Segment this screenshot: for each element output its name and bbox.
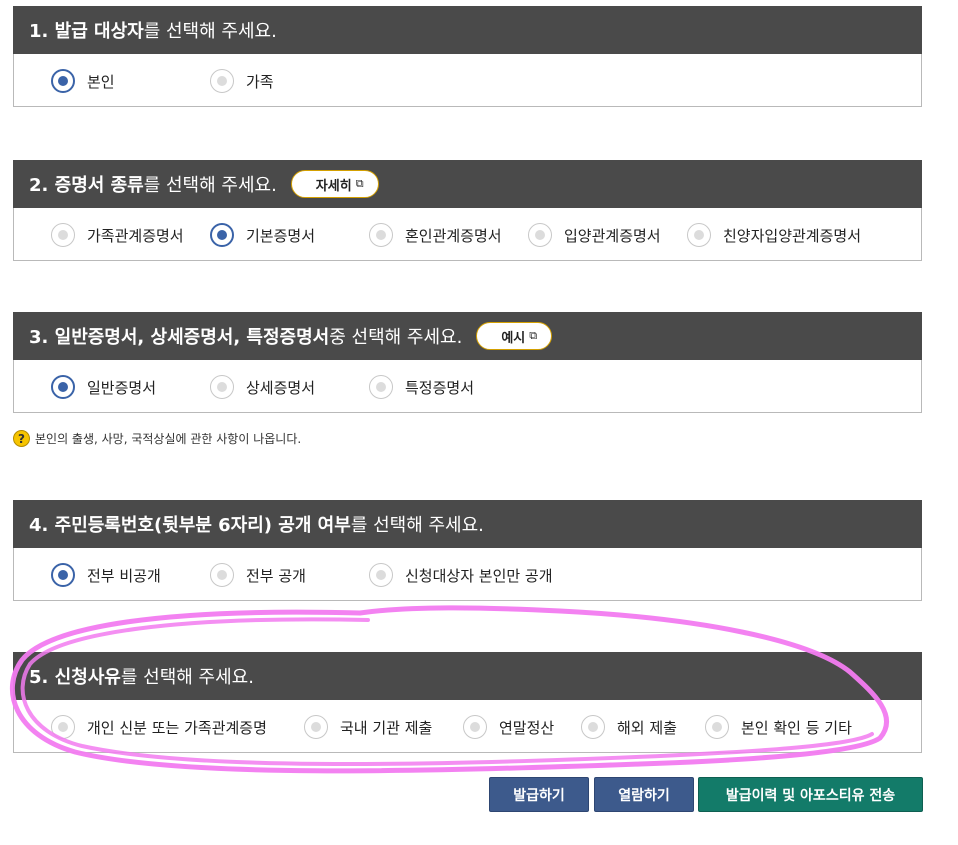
radio-option-all-public[interactable]: 전부 공개 <box>210 562 306 588</box>
radio-option-family[interactable]: 가족 <box>210 68 274 94</box>
section-options: 본인 가족 <box>13 54 922 107</box>
help-text: 본인의 출생, 사망, 국적상실에 관한 사항이 나옵니다. <box>35 432 302 446</box>
radio-option-specific[interactable]: 특정증명서 <box>369 374 474 400</box>
section-title-bold: 5. 신청사유 <box>29 667 121 688</box>
section-certificate-type: 2. 증명서 종류 를 선택해 주세요. 자세히 ⧉ 가족관계증명서 기본증명서 혼… <box>13 160 922 261</box>
section-reason: 5. 신청사유 를 선택해 주세요. 개인 신분 또는 가족관계증명 국내 기관 … <box>13 652 922 753</box>
radio-option-marriage[interactable]: 혼인관계증명서 <box>369 222 502 248</box>
radio-icon[interactable] <box>210 69 234 93</box>
section-header: 2. 증명서 종류 를 선택해 주세요. 자세히 ⧉ <box>13 160 922 208</box>
section-header: 3. 일반증명서, 상세증명서, 특정증명서 중 선택해 주세요. 예시 ⧉ <box>13 312 922 360</box>
section-options: 일반증명서 상세증명서 특정증명서 <box>13 360 922 413</box>
radio-option-general[interactable]: 일반증명서 <box>51 374 156 400</box>
example-button[interactable]: 예시 ⧉ <box>476 322 553 350</box>
section-title-rest: 를 선택해 주세요. <box>120 667 254 688</box>
radio-icon[interactable] <box>304 715 328 739</box>
radio-icon[interactable] <box>210 375 234 399</box>
section-title-rest: 를 선택해 주세요. <box>143 21 277 42</box>
section-header: 4. 주민등록번호(뒷부분 6자리) 공개 여부 를 선택해 주세요. <box>13 500 922 548</box>
radio-option-other[interactable]: 본인 확인 등 기타 <box>705 714 852 740</box>
radio-icon[interactable] <box>51 715 75 739</box>
radio-option-detailed[interactable]: 상세증명서 <box>210 374 315 400</box>
radio-icon[interactable] <box>705 715 729 739</box>
external-link-icon: ⧉ <box>355 177 364 190</box>
option-label: 가족 <box>246 72 274 91</box>
section-header: 1. 발급 대상자 를 선택해 주세요. <box>13 6 922 54</box>
section-options: 가족관계증명서 기본증명서 혼인관계증명서 입양관계증명서 친양자입양관계증명서 <box>13 208 922 261</box>
radio-option-full-adoption[interactable]: 친양자입양관계증명서 <box>687 222 861 248</box>
option-label: 가족관계증명서 <box>87 226 184 245</box>
external-link-icon: ⧉ <box>529 329 538 342</box>
radio-selected-icon[interactable] <box>210 223 234 247</box>
radio-selected-icon[interactable] <box>51 563 75 587</box>
radio-option-personal[interactable]: 개인 신분 또는 가족관계증명 <box>51 714 267 740</box>
option-label: 연말정산 <box>499 718 555 737</box>
option-label: 혼인관계증명서 <box>405 226 502 245</box>
option-label: 전부 공개 <box>246 566 306 585</box>
option-label: 신청대상자 본인만 공개 <box>405 566 553 585</box>
radio-option-tax[interactable]: 연말정산 <box>463 714 554 740</box>
option-label: 국내 기관 제출 <box>340 718 433 737</box>
option-label: 본인 <box>87 72 115 91</box>
option-label: 일반증명서 <box>87 378 157 397</box>
option-label: 친양자입양관계증명서 <box>723 226 862 245</box>
section-resident-number: 4. 주민등록번호(뒷부분 6자리) 공개 여부 를 선택해 주세요. 전부 비공… <box>13 500 922 601</box>
option-label: 기본증명서 <box>246 226 316 245</box>
option-label: 상세증명서 <box>246 378 316 397</box>
option-label: 개인 신분 또는 가족관계증명 <box>87 718 267 737</box>
radio-icon[interactable] <box>210 563 234 587</box>
radio-icon[interactable] <box>51 223 75 247</box>
question-icon: ? <box>13 430 30 447</box>
details-button-label: 자세히 <box>315 178 352 194</box>
section-title-bold: 4. 주민등록번호(뒷부분 6자리) 공개 여부 <box>29 515 351 536</box>
example-button-label: 예시 <box>501 330 526 346</box>
radio-icon[interactable] <box>463 715 487 739</box>
radio-option-adoption[interactable]: 입양관계증명서 <box>528 222 661 248</box>
option-label: 입양관계증명서 <box>564 226 661 245</box>
radio-icon[interactable] <box>687 223 711 247</box>
section-title-rest: 를 선택해 주세요. <box>143 175 277 196</box>
option-label: 본인 확인 등 기타 <box>741 718 852 737</box>
section-title-bold: 3. 일반증명서, 상세증명서, 특정증명서 <box>29 327 330 348</box>
section-title-rest: 를 선택해 주세요. <box>350 515 484 536</box>
section-options: 개인 신분 또는 가족관계증명 국내 기관 제출 연말정산 해외 제출 본인 확… <box>13 700 922 753</box>
radio-icon[interactable] <box>369 223 393 247</box>
radio-icon[interactable] <box>369 563 393 587</box>
radio-icon[interactable] <box>369 375 393 399</box>
section-header: 5. 신청사유 를 선택해 주세요. <box>13 652 922 700</box>
radio-option-self-only[interactable]: 신청대상자 본인만 공개 <box>369 562 553 588</box>
radio-option-overseas[interactable]: 해외 제출 <box>581 714 677 740</box>
option-label: 특정증명서 <box>405 378 475 397</box>
issue-button[interactable]: 발급하기 <box>489 777 589 812</box>
section-target: 1. 발급 대상자 를 선택해 주세요. 본인 가족 <box>13 6 922 107</box>
section-certificate-detail: 3. 일반증명서, 상세증명서, 특정증명서 중 선택해 주세요. 예시 ⧉ 일반… <box>13 312 922 413</box>
radio-icon[interactable] <box>581 715 605 739</box>
radio-selected-icon[interactable] <box>51 69 75 93</box>
radio-icon[interactable] <box>528 223 552 247</box>
radio-selected-icon[interactable] <box>51 375 75 399</box>
radio-option-basic[interactable]: 기본증명서 <box>210 222 315 248</box>
details-button[interactable]: 자세히 ⧉ <box>290 170 379 198</box>
history-apostille-button[interactable]: 발급이력 및 아포스티유 전송 <box>698 777 923 812</box>
radio-option-family-relation[interactable]: 가족관계증명서 <box>51 222 184 248</box>
section-options: 전부 비공개 전부 공개 신청대상자 본인만 공개 <box>13 548 922 601</box>
radio-option-all-private[interactable]: 전부 비공개 <box>51 562 161 588</box>
section-title-bold: 1. 발급 대상자 <box>29 21 144 42</box>
option-label: 전부 비공개 <box>87 566 161 585</box>
radio-option-domestic[interactable]: 국내 기관 제출 <box>304 714 432 740</box>
section-title-rest: 중 선택해 주세요. <box>329 327 463 348</box>
view-button[interactable]: 열람하기 <box>594 777 694 812</box>
radio-option-self[interactable]: 본인 <box>51 68 115 94</box>
help-note: ? 본인의 출생, 사망, 국적상실에 관한 사항이 나옵니다. <box>13 430 301 447</box>
section-title-bold: 2. 증명서 종류 <box>29 175 144 196</box>
option-label: 해외 제출 <box>617 718 677 737</box>
